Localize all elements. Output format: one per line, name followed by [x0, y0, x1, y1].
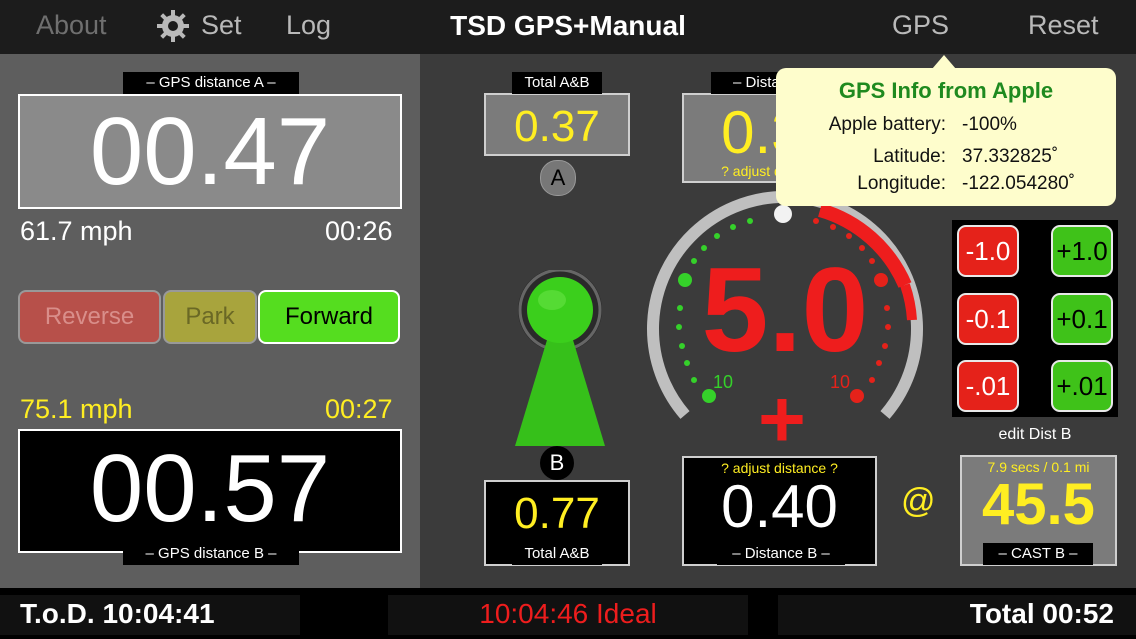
gps-info-popover: GPS Info from Apple Apple battery: -100%… — [776, 68, 1116, 206]
edit-dist-b-label: edit Dist B — [998, 426, 1072, 443]
total-ab-top-value: 0.37 — [514, 102, 600, 151]
gps-distance-b-label: – GPS distance B – — [123, 543, 299, 565]
pawn-indicator — [505, 268, 615, 450]
gauge-left-tick: 10 — [713, 372, 734, 392]
longitude-label: Longitude: — [857, 173, 946, 194]
reverse-button[interactable]: Reverse — [18, 290, 161, 344]
battery-label: Apple battery: — [828, 114, 946, 135]
gps-distance-a-box[interactable]: 00.47 — [18, 94, 402, 209]
minus-1-button[interactable]: -1.0 — [957, 225, 1019, 277]
cast-b-value: 45.5 — [982, 472, 1095, 537]
minus-01-button[interactable]: -0.1 — [957, 293, 1019, 345]
marker-b: B — [540, 446, 574, 480]
speed-a: 61.7 mph — [20, 216, 133, 246]
marker-a: A — [540, 160, 576, 196]
latitude-label: Latitude: — [873, 146, 946, 167]
park-button[interactable]: Park — [163, 290, 257, 344]
cast-b-label: – CAST B – — [983, 543, 1093, 565]
gauge-sign: + — [758, 374, 806, 465]
gps-distance-a-label: – GPS distance A – — [123, 72, 299, 94]
total-ab-bottom-label: Total A&B — [512, 543, 602, 565]
reset-button[interactable]: Reset — [1028, 10, 1099, 41]
speed-b: 75.1 mph — [20, 394, 133, 424]
gps-button[interactable]: GPS — [892, 10, 949, 41]
total-ab-top-label: Total A&B — [512, 72, 602, 94]
gauge-right-tick: 10 — [830, 372, 851, 392]
popover-arrow — [932, 55, 956, 69]
plus-01-button[interactable]: +0.1 — [1051, 293, 1113, 345]
time-b: 00:27 — [325, 394, 393, 424]
page-title: TSD GPS+Manual — [450, 10, 686, 41]
plus-001-button[interactable]: +.01 — [1051, 360, 1113, 412]
ideal-time: 10:04:46 Ideal — [479, 598, 657, 629]
total-ab-bottom-value: 0.77 — [514, 489, 600, 538]
gps-distance-a-value: 00.47 — [89, 98, 331, 205]
longitude-value: -122.054280˚ — [962, 173, 1076, 194]
plus-1-button[interactable]: +1.0 — [1051, 225, 1113, 277]
popover-title: GPS Info from Apple — [838, 78, 1054, 103]
time-of-day: T.o.D. 10:04:41 — [20, 598, 215, 629]
at-sign: @ — [901, 482, 936, 520]
battery-value: -100% — [962, 114, 1017, 135]
total-time: Total 00:52 — [969, 598, 1114, 629]
minus-001-button[interactable]: -.01 — [957, 360, 1019, 412]
latitude-value: 37.332825˚ — [962, 146, 1059, 167]
distance-b-label: – Distance B – — [717, 543, 845, 565]
forward-button[interactable]: Forward — [258, 290, 400, 344]
distance-b-value: 0.40 — [721, 473, 838, 540]
gps-distance-b-box[interactable]: 00.57 — [18, 429, 402, 553]
gps-distance-b-value: 00.57 — [89, 435, 331, 542]
gauge-value: 5.0 — [701, 243, 869, 377]
time-a: 00:26 — [325, 216, 393, 246]
total-ab-top-box[interactable]: 0.37 — [484, 93, 630, 156]
